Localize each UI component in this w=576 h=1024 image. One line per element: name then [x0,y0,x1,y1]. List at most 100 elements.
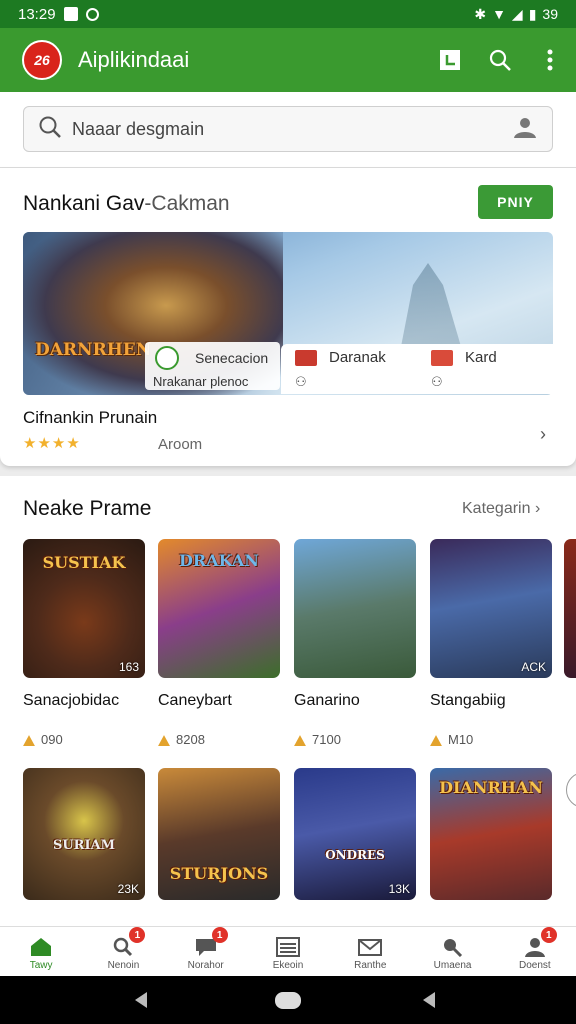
search-box[interactable] [23,106,553,152]
notification-icon [63,7,78,21]
bottom-nav: Tawy 1 Nenoin 1 Norahor Ekeoin Ranthe Um… [0,926,576,976]
chip-text-2: Nrakanar plenoc [153,374,249,389]
download-icon[interactable] [438,48,462,72]
nav-item-mail[interactable]: Ranthe [329,927,411,976]
nav-badge: 1 [129,927,146,943]
game-tile[interactable]: SUSTIAK 163 [23,539,145,678]
featured-title-main: Nankani Gav [23,192,145,215]
game-tile[interactable] [294,539,416,678]
game-tile[interactable]: ACK [430,539,552,678]
tile-badge: 163 [118,660,139,674]
card-icon [431,350,453,367]
downloads-icon [430,735,442,747]
account-icon[interactable] [512,115,538,144]
more-options-icon[interactable] [538,48,562,72]
sync-icon [85,7,99,21]
nav-badge: 1 [540,927,557,943]
game-tile[interactable]: ONDRES 13K [294,768,416,900]
game-tile[interactable]: SURIAM 23K [23,768,145,900]
app-title: Aiplikindaai [78,47,190,72]
search-icon[interactable] [488,48,512,72]
nav-label: Tawy [29,959,53,971]
game-name[interactable]: Stangabiig [430,692,506,710]
tile-logo: DIANRHAN [439,778,543,797]
category-link[interactable]: Kategarin › [462,500,540,518]
search-input[interactable] [72,118,512,140]
nav-label: Umaena [433,959,472,971]
home-button[interactable] [275,992,301,1009]
search-section [0,92,576,168]
nav-item-search[interactable]: 1 Nenoin [82,927,164,976]
info-item-2[interactable]: Kard [431,349,497,367]
play-now-button[interactable]: PNIY [478,185,553,219]
info-item-1[interactable]: Daranak [295,349,386,367]
game-name[interactable]: Ganarino [294,692,360,710]
refresh-icon [155,346,179,370]
tile-badge: ACK [521,660,546,674]
magnifier-icon [443,938,462,957]
game-meta-value: 8208 [176,732,205,747]
nav-item-home[interactable]: Tawy [0,927,82,976]
featured-title: Nankani Gav-Cakman [23,192,230,216]
nav-label: Ranthe [354,959,387,971]
nav-label: Nenoin [107,959,140,971]
game-meta-value: M10 [448,732,474,747]
new-games-section: Neake Prame Kategarin › SUSTIAK 163 DRAK… [0,476,576,926]
info-item-label: Kard [465,349,497,366]
nav-label: Doenst [518,959,551,971]
game-meta: 8208 [158,732,205,747]
home-icon [31,937,52,956]
nav-item-messages[interactable]: 1 Norahor [165,927,247,976]
tile-logo: SUSTIAK [42,553,126,572]
app-logo[interactable]: 26 [22,40,62,80]
tile-badge: 13K [388,882,410,896]
people-icon: ⚇ [431,374,443,389]
nav-label: Norahor [187,959,224,971]
mail-icon [358,938,383,956]
tile-badge: 23K [117,882,139,896]
game-tile[interactable]: DRAKAN [158,539,280,678]
stars-gold: ★★★★ [23,435,81,452]
rating-stars: ★★★★ [23,434,81,452]
wifi-icon: ▼ [492,6,506,22]
chevron-right-icon[interactable]: › [540,424,546,445]
gamepad-icon [295,350,317,367]
nav-item-explore[interactable]: Umaena [411,927,493,976]
players-icon: ⚇ [295,374,307,389]
game-meta: 090 [23,732,63,747]
nav-item-profile[interactable]: 1 Doenst [494,927,576,976]
tile-logo: DRAKAN [179,551,259,570]
battery-icon: ▮ [528,5,537,22]
nav-item-list[interactable]: Ekeoin [247,927,329,976]
downloads-icon [23,735,35,747]
tile-logo: SURIAM [52,838,116,853]
recents-back-icon[interactable] [423,992,435,1008]
banner-logo: DARNRHEN [35,340,152,360]
game-meta-value: 090 [41,732,63,747]
tile-logo: ONDRES [325,848,385,862]
tile-logo: STURJONS [169,864,269,883]
nav-badge: 1 [211,927,228,943]
rating-text: Aroom [158,436,203,453]
game-name[interactable]: Caneybart [158,692,232,710]
featured-section: Nankani Gav-Cakman PNIY DARNRHEN Senecac… [0,168,576,466]
section-title: Neake Prame [23,497,152,520]
downloads-icon [158,735,170,747]
partial-game-tile[interactable] [564,539,576,678]
game-name[interactable]: Sanacjobidac [23,692,119,710]
game-meta: 7100 [294,732,341,747]
back-icon[interactable] [135,992,147,1008]
game-tile[interactable]: DIANRHAN [430,768,552,900]
featured-game-title[interactable]: Cifnankin Prunain [23,408,157,428]
downloads-icon [294,735,306,747]
signal-icon: ◢ [511,5,523,22]
list-icon [275,936,300,957]
scroll-next-button[interactable] [566,772,576,808]
status-bar: 13:29 ✱ ▼ ◢ ▮ 39 [0,0,576,28]
app-bar: 26 Aiplikindaai [0,28,576,92]
status-time: 13:29 [18,5,56,23]
game-tile[interactable]: STURJONS [158,768,280,900]
info-item-label: Daranak [329,349,386,366]
banner-chip[interactable]: Senecacion Nrakanar plenoc [145,342,280,390]
system-nav-bar [0,976,576,1024]
